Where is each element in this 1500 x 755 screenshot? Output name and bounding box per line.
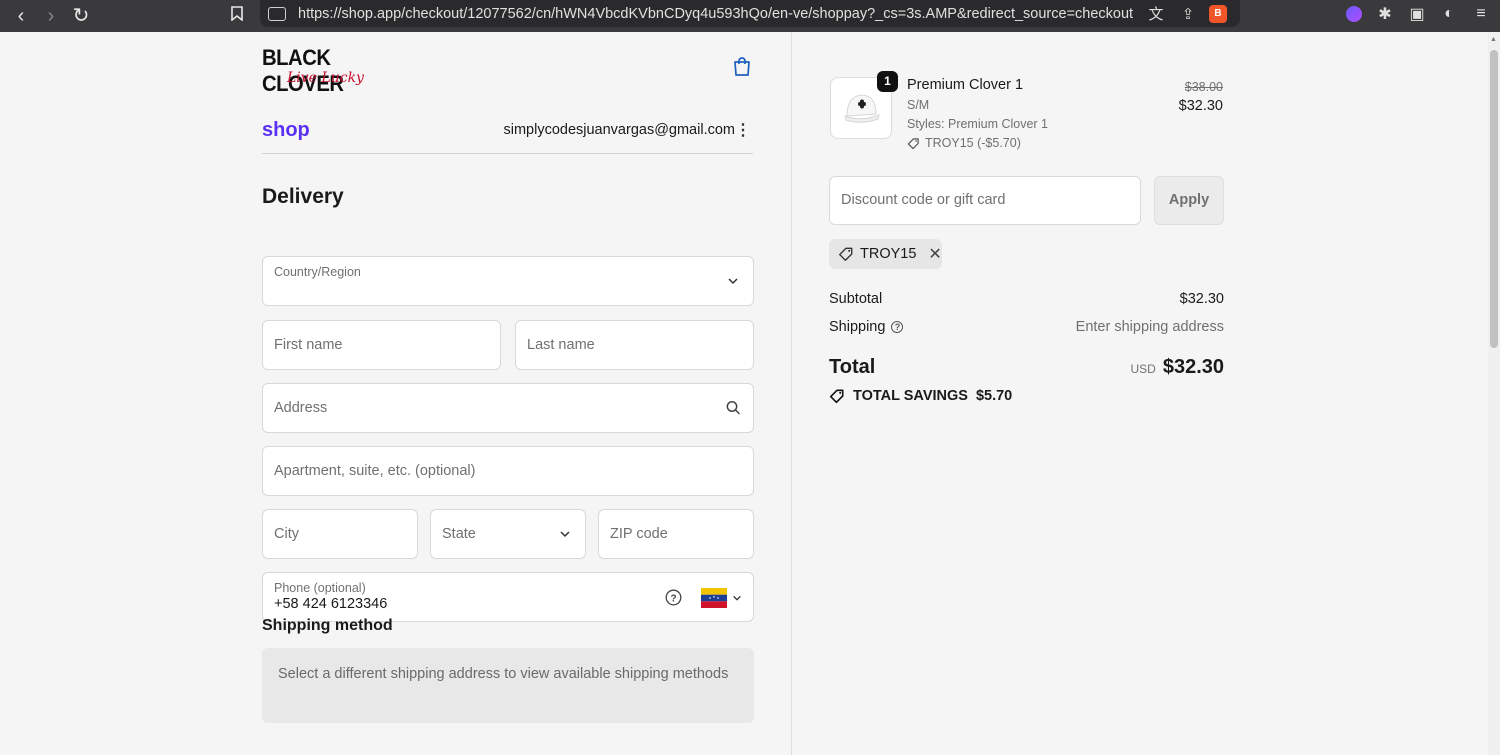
city-placeholder: City	[274, 526, 299, 542]
address-field[interactable]: Address	[262, 383, 754, 433]
address-bar[interactable]: https://shop.app/checkout/12077562/cn/hW…	[260, 0, 1240, 27]
cart-bag-icon[interactable]	[733, 56, 751, 76]
shipping-value: Enter shipping address	[1075, 319, 1224, 335]
total-row: Total USD $32.30	[829, 356, 1224, 382]
zip-code-field[interactable]: ZIP code	[598, 509, 754, 559]
site-info-icon[interactable]	[268, 6, 286, 21]
state-placeholder: State	[442, 526, 476, 542]
account-email: simplycodesjuanvargas@gmail.com	[503, 122, 735, 138]
city-field[interactable]: City	[262, 509, 418, 559]
remove-discount-icon[interactable]: ✕	[928, 244, 941, 264]
shipping-label: Shipping	[829, 319, 886, 335]
discount-code-input[interactable]: Discount code or gift card	[829, 176, 1141, 225]
address-placeholder: Address	[274, 400, 328, 416]
apartment-placeholder: Apartment, suite, etc. (optional)	[274, 463, 476, 479]
scrollbar-thumb[interactable]	[1490, 50, 1498, 348]
discounted-price: $32.30	[1178, 98, 1223, 114]
phone-field[interactable]: Phone (optional) +58 424 6123346 ?	[262, 572, 754, 622]
savings-value: $5.70	[975, 388, 1013, 404]
search-icon[interactable]	[726, 401, 741, 416]
translate-icon[interactable]: 文	[1147, 3, 1165, 24]
bookmark-icon[interactable]	[222, 6, 252, 26]
chevron-down-icon	[728, 278, 738, 285]
country-region-label: Country/Region	[274, 265, 361, 279]
delivery-heading: Delivery	[262, 185, 344, 208]
wallet-icon[interactable]: ◐	[1440, 5, 1458, 23]
state-select[interactable]: State	[430, 509, 586, 559]
shop-account-row: shop simplycodesjuanvargas@gmail.com ⋮	[262, 116, 753, 154]
chevron-down-icon	[560, 531, 570, 538]
help-icon[interactable]: ?	[891, 321, 904, 333]
subtotal-label: Subtotal	[829, 291, 883, 307]
reload-icon[interactable]: ↻	[72, 6, 90, 26]
browser-toolbar: ‹ › ↻ https://shop.app/checkout/12077562…	[0, 0, 1500, 32]
first-name-placeholder: First name	[274, 337, 343, 353]
share-icon[interactable]: ⇪	[1179, 5, 1197, 23]
shop-pay-logo: shop	[262, 119, 310, 141]
product-discount: TROY15 (-$5.70)	[907, 136, 1021, 150]
product-name: Premium Clover 1	[907, 77, 1024, 93]
shipping-methods-notice: Select a different shipping address to v…	[262, 648, 754, 723]
total-label: Total	[829, 356, 876, 378]
savings-label: TOTAL SAVINGS	[853, 388, 968, 404]
shipping-method-heading: Shipping method	[262, 617, 393, 634]
total-savings: TOTAL SAVINGS $5.70	[829, 388, 1012, 404]
url-text[interactable]: https://shop.app/checkout/12077562/cn/hW…	[298, 6, 1133, 22]
currency-code: USD	[1130, 362, 1156, 376]
scrollbar[interactable]: ▲	[1488, 32, 1500, 755]
shipping-methods-message: Select a different shipping address to v…	[278, 666, 729, 682]
tag-icon	[839, 247, 853, 261]
zip-code-placeholder: ZIP code	[610, 526, 668, 542]
subtotal-row: Subtotal $32.30	[829, 291, 1224, 311]
total-value: $32.30	[1162, 356, 1224, 378]
help-icon[interactable]: ?	[665, 589, 682, 606]
brand-logo[interactable]: BLACK CLOVER Live Lucky	[262, 45, 392, 96]
scroll-up-icon[interactable]: ▲	[1490, 36, 1497, 43]
venezuela-flag-icon[interactable]	[701, 588, 727, 608]
chevron-down-icon[interactable]	[732, 593, 742, 603]
discount-code-placeholder: Discount code or gift card	[841, 192, 1006, 208]
product-styles: Styles: Premium Clover 1	[907, 117, 1049, 131]
applied-code-text: TROY15	[860, 246, 917, 262]
svg-text:?: ?	[670, 593, 676, 604]
product-discount-text: TROY15 (-$5.70)	[925, 136, 1021, 150]
forward-icon[interactable]: ›	[42, 6, 60, 26]
brave-shields-icon[interactable]: B	[1209, 4, 1227, 23]
applied-discount-chip: TROY15 ✕	[829, 239, 942, 269]
tag-icon	[907, 137, 919, 149]
first-name-field[interactable]: First name	[262, 320, 501, 370]
leo-ai-icon[interactable]	[1346, 5, 1362, 22]
apartment-field[interactable]: Apartment, suite, etc. (optional)	[262, 446, 754, 496]
tag-icon	[829, 389, 844, 404]
apply-button[interactable]: Apply	[1154, 176, 1224, 225]
subtotal-value: $32.30	[1179, 291, 1224, 307]
last-name-placeholder: Last name	[527, 337, 595, 353]
original-price: $38.00	[1184, 80, 1223, 94]
phone-label: Phone (optional)	[274, 581, 366, 595]
back-icon[interactable]: ‹	[12, 6, 30, 26]
logo-tagline: Live Lucky	[287, 70, 364, 86]
extensions-icon[interactable]: ✱	[1376, 4, 1394, 24]
last-name-field[interactable]: Last name	[515, 320, 754, 370]
shipping-row: Shipping? Enter shipping address	[829, 319, 1224, 339]
reader-icon[interactable]: ▣	[1408, 4, 1426, 24]
quantity-badge: 1	[877, 71, 898, 92]
menu-icon[interactable]: ≡	[1472, 5, 1490, 23]
more-options-icon[interactable]: ⋮	[735, 120, 751, 140]
phone-value: +58 424 6123346	[274, 596, 388, 612]
country-region-select[interactable]: Country/Region	[262, 256, 754, 306]
product-variant: S/M	[907, 98, 930, 112]
